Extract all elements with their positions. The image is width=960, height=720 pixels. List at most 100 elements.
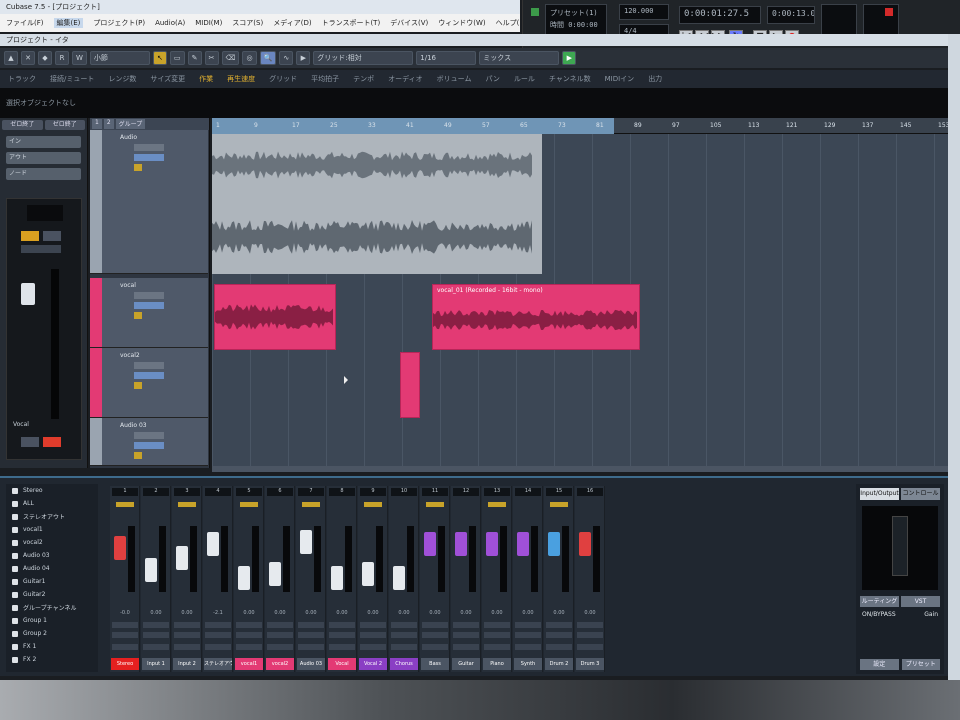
mute-solo-buttons[interactable] [422,622,448,628]
tool-split-button[interactable]: ✂ [204,51,219,65]
read-write-buttons[interactable] [360,632,386,638]
menu-item[interactable]: スコア(S) [232,18,263,28]
mixer-channel-strip[interactable]: 7 0.00 Audio 03 [296,486,326,672]
visibility-toggle-icon[interactable] [12,513,18,520]
read-write-buttons[interactable] [174,632,200,638]
mixer-channel-strip[interactable]: 10 0.00 Chorus [389,486,419,672]
bypass-label[interactable]: ON/BYPASS [862,611,896,618]
mixer-channel-strip[interactable]: 6 0.00 vocal2 [265,486,295,672]
read-all-button[interactable]: R [55,51,69,65]
channel-volume-value[interactable]: 0.00 [391,610,417,616]
mixer-channel-strip[interactable]: 5 0.00 vocal1 [234,486,264,672]
read-write-buttons[interactable] [329,632,355,638]
channel-volume-value[interactable]: 0.00 [267,610,293,616]
mixer-channel-strip[interactable]: 4 -2.1 ステレオアウト [203,486,233,672]
inspector-read-button[interactable] [21,437,39,447]
visibility-toggle-icon[interactable] [12,500,18,507]
write-all-button[interactable]: W [72,51,87,65]
track-read-write[interactable] [134,154,164,161]
grid-mode-select[interactable]: グリッド:相対 [313,51,414,65]
channel-fader[interactable] [269,562,281,586]
channel-name[interactable]: Input 1 [142,658,170,670]
visibility-toggle-icon[interactable] [12,487,18,494]
mixer-list-item[interactable]: FX 2 [6,653,98,666]
mute-solo-buttons[interactable] [360,622,386,628]
track-name[interactable]: Audio [120,134,137,141]
record-monitor-buttons[interactable] [112,644,138,650]
insert-indicator[interactable] [426,502,444,507]
mute-solo-buttons[interactable] [205,622,231,628]
channel-name[interactable]: Drum 3 [576,658,604,670]
channel-name[interactable]: Bass [421,658,449,670]
mute-solo-buttons[interactable] [546,622,572,628]
audio-clip-vocal-1[interactable] [214,284,336,350]
channel-fader[interactable] [548,532,560,556]
inspector-tab-2[interactable]: ゼロ終了 [44,120,85,130]
channel-fader[interactable] [579,532,591,556]
menu-item[interactable]: ヘルプ(H) [496,18,520,28]
tool-zoom-button[interactable]: 🔍 [259,51,277,65]
mixer-channel-strip[interactable]: 14 0.00 Synth [513,486,543,672]
channel-name[interactable]: vocal2 [266,658,294,670]
mute-all-button[interactable]: ✕ [21,51,35,65]
channel-name[interactable]: Vocal [328,658,356,670]
read-write-buttons[interactable] [112,632,138,638]
tool-play-button[interactable]: ▶ [296,51,311,65]
mixer-list-item[interactable]: vocal2 [6,536,98,549]
tool-mute-button[interactable]: ◎ [242,51,257,65]
read-write-buttons[interactable] [515,632,541,638]
channel-name[interactable]: Piano [483,658,511,670]
channel-fader[interactable] [486,532,498,556]
mute-solo-buttons[interactable] [515,622,541,628]
mute-solo-buttons[interactable] [112,622,138,628]
channel-fader[interactable] [455,532,467,556]
status-item[interactable]: グリッド [269,74,297,84]
mixer-list-item[interactable]: Guitar2 [6,588,98,601]
record-monitor-buttons[interactable] [143,644,169,650]
menu-item[interactable]: デバイス(V) [390,18,428,28]
track-list-header-2[interactable]: 2 [103,119,114,129]
channel-volume-value[interactable]: 0.00 [453,610,479,616]
timeline-ruler[interactable]: 1 9 17 25 33 41 49 57 65 73 81 89 97 105 113 121 129 137 1… [212,118,949,134]
channel-name[interactable]: Stereo [111,658,139,670]
mixer-list-item[interactable]: グループチャンネル [6,601,98,614]
gain-label[interactable]: Gain [924,611,938,618]
inspector-node-field[interactable]: ノード [6,168,81,180]
status-item[interactable]: 再生速度 [227,74,255,84]
channel-fader[interactable] [300,530,312,554]
auto-scroll-button[interactable]: ▶ [562,51,577,65]
track-read-write[interactable] [134,442,164,449]
track-mute-solo[interactable] [134,432,164,439]
mixer-list-item[interactable]: Audio 04 [6,562,98,575]
inspector-record-button[interactable] [43,231,61,241]
mute-solo-buttons[interactable] [143,622,169,628]
read-write-buttons[interactable] [453,632,479,638]
menu-item[interactable]: MIDI(M) [195,19,222,27]
track-edit-button[interactable] [134,312,142,319]
track-list-header-3[interactable]: グループ [115,119,146,129]
read-write-buttons[interactable] [484,632,510,638]
track-edit-button[interactable] [134,382,142,389]
visibility-toggle-icon[interactable] [12,565,18,572]
channel-volume-value[interactable]: 0.00 [298,610,324,616]
record-monitor-buttons[interactable] [515,644,541,650]
read-write-buttons[interactable] [267,632,293,638]
channel-name[interactable]: Audio 03 [297,658,325,670]
read-write-buttons[interactable] [546,632,572,638]
track-mute-solo[interactable] [134,362,164,369]
inspector-volume-fader[interactable] [21,283,35,305]
visibility-toggle-icon[interactable] [12,526,18,533]
visibility-toggle-icon[interactable] [12,630,18,637]
record-monitor-buttons[interactable] [298,644,324,650]
record-monitor-buttons[interactable] [422,644,448,650]
channel-name[interactable]: Drum 2 [545,658,573,670]
tool-erase-button[interactable]: ⌫ [221,51,240,65]
vertical-scrollbar[interactable] [948,34,960,680]
status-item[interactable]: トラック [8,74,36,84]
channel-name[interactable]: Vocal 2 [359,658,387,670]
mixer-list-item[interactable]: ステレオアウト [6,510,98,523]
track-header[interactable]: vocal2 [90,348,208,418]
track-header[interactable]: Audio [90,130,208,274]
track-header[interactable]: vocal [90,278,208,348]
inspector-tab-1[interactable]: ゼロ終了 [2,120,43,130]
